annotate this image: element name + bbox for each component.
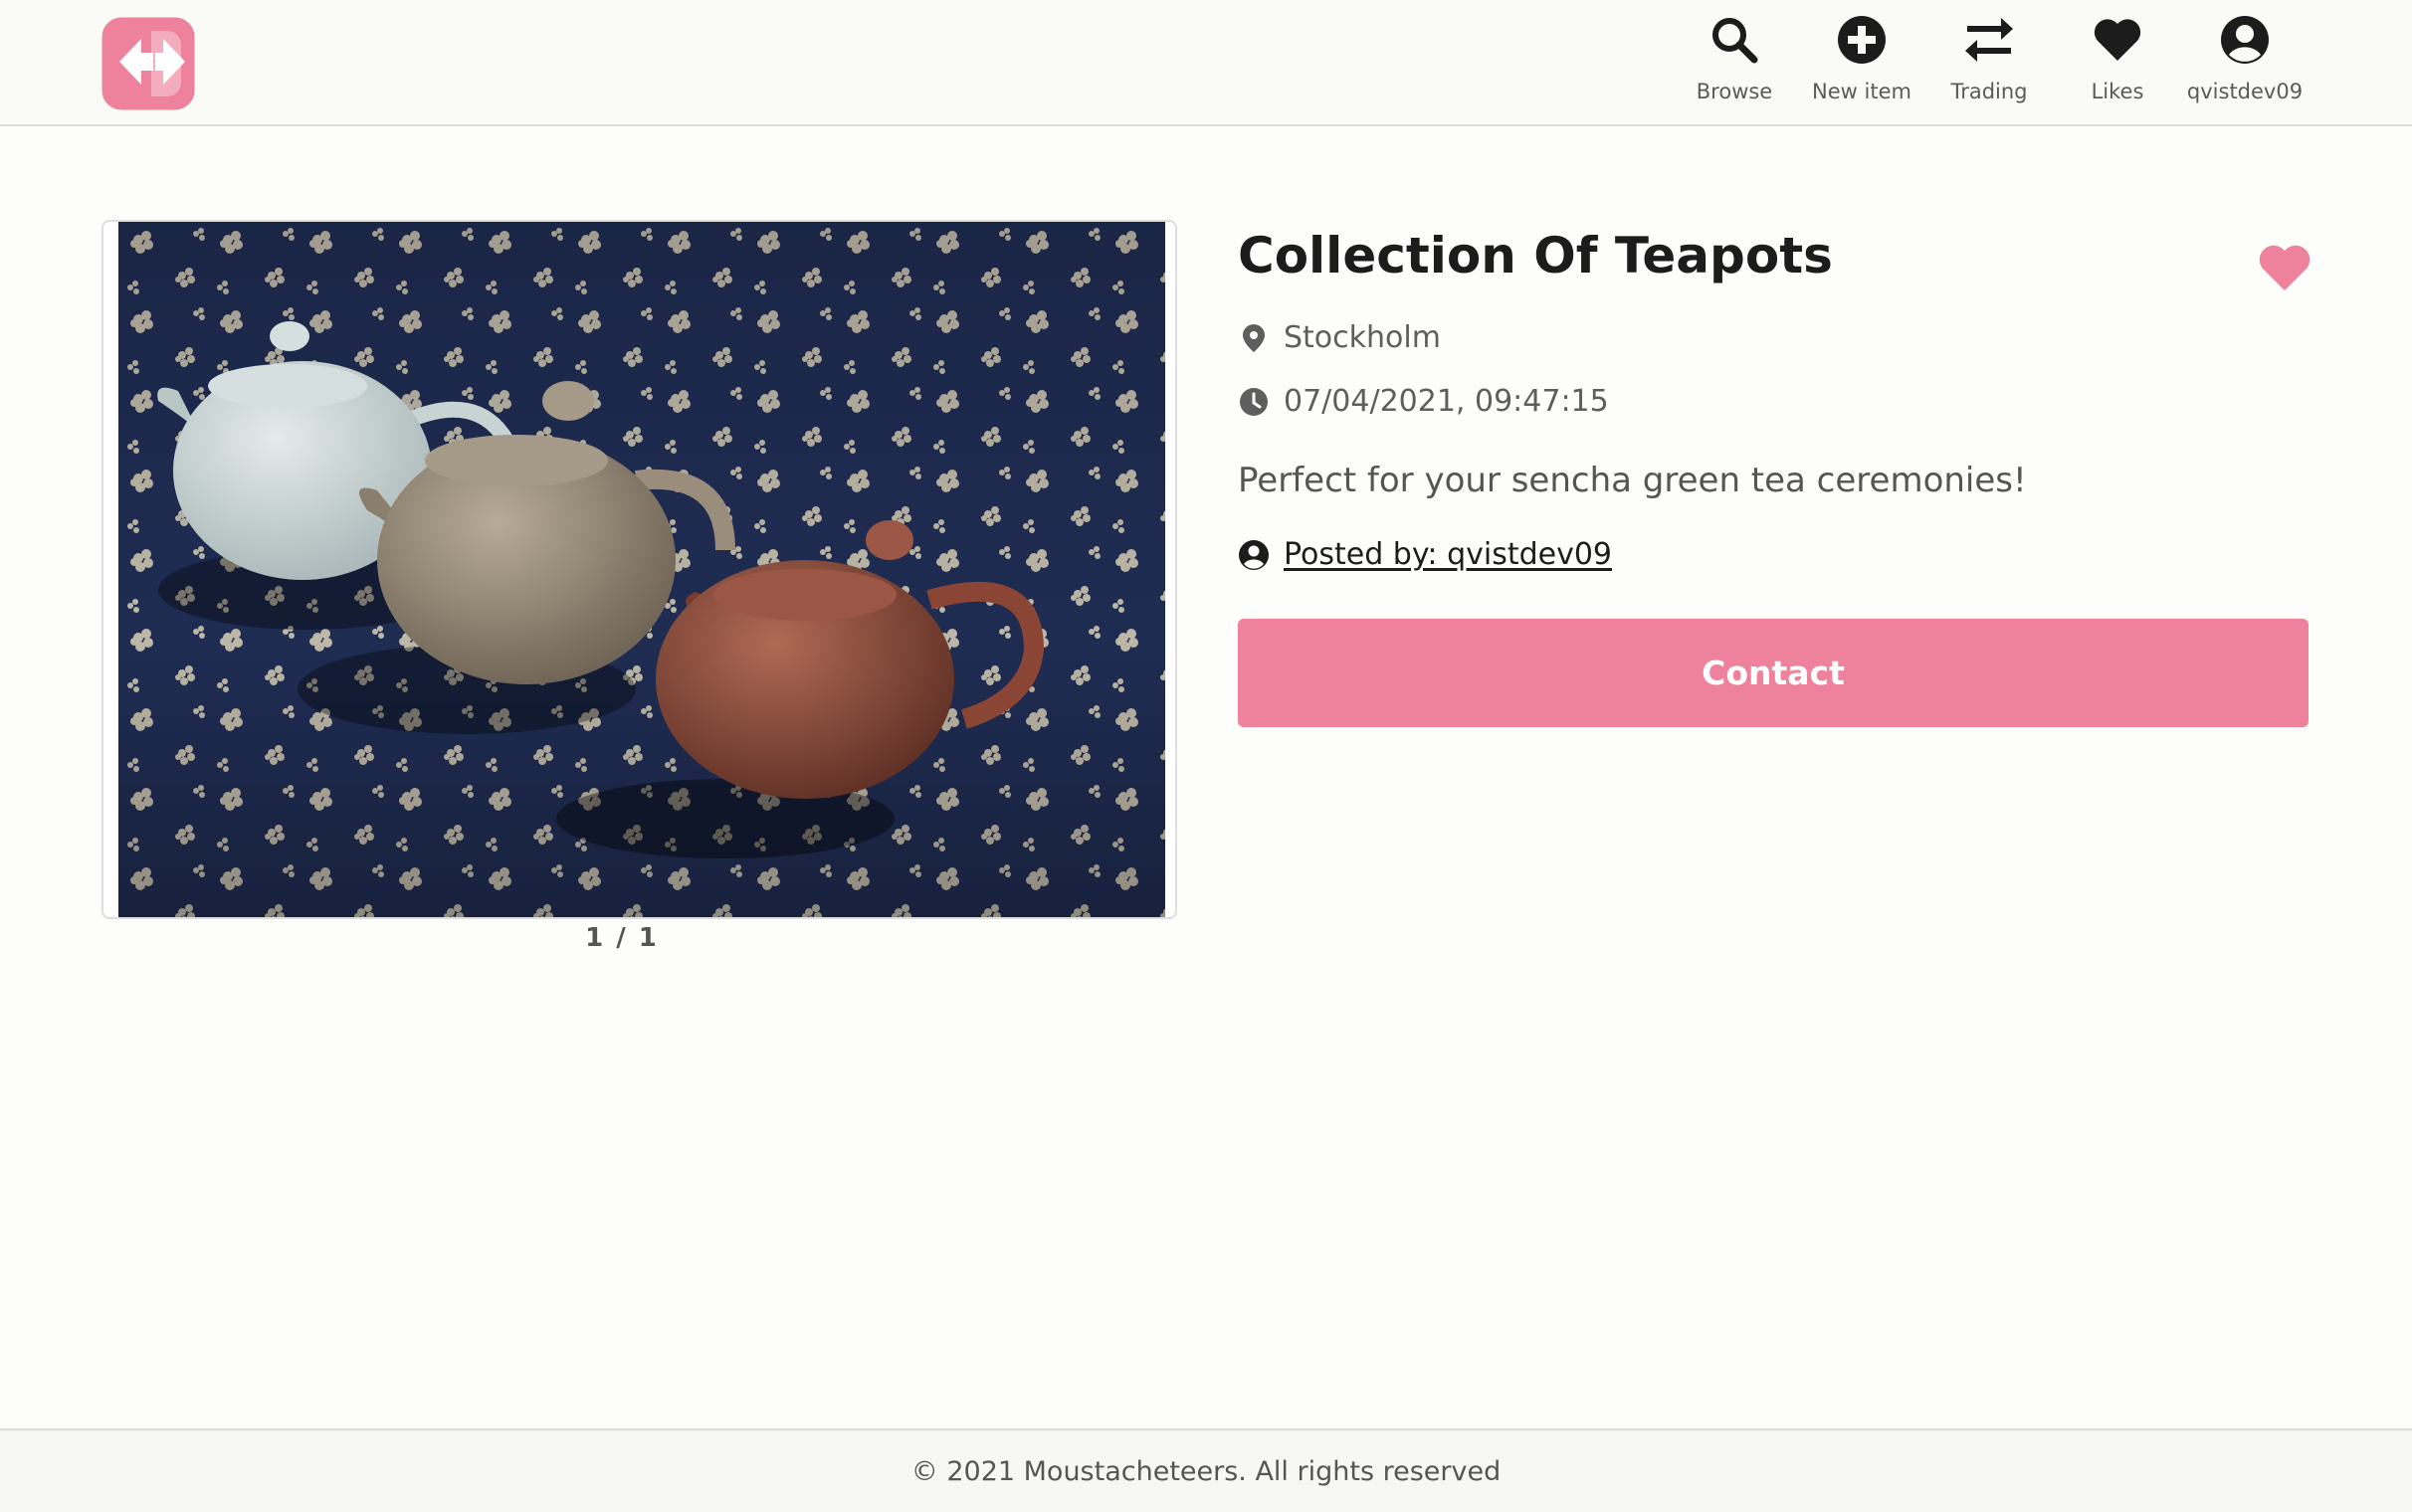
search-icon [1712, 18, 1758, 64]
item-description: Perfect for your sencha green tea ceremo… [1238, 461, 2027, 500]
user-circle-icon [1239, 539, 1269, 570]
map-pin-icon [1243, 323, 1265, 352]
nav-new-item-label: New item [1812, 80, 1911, 103]
app-logo[interactable] [101, 17, 195, 110]
nav-profile-label: qvistdev09 [2186, 80, 2304, 103]
nav-profile[interactable]: qvistdev09 [2175, 14, 2314, 109]
nav-trading-label: Trading [1950, 80, 2028, 103]
item-title: Collection Of Teapots [1238, 227, 1833, 284]
nav-new-item[interactable]: New item [1792, 14, 1931, 109]
footer-copyright: © 2021 Moustacheteers. All rights reserv… [910, 1455, 1502, 1487]
item-location-row: Stockholm [1238, 320, 1441, 355]
page: Browse New item Trading Likes qvistdev09… [0, 0, 2412, 1512]
nav-browse-label: Browse [1696, 80, 1773, 103]
nav-trading[interactable]: Trading [1919, 14, 2059, 109]
posted-by-link[interactable]: Posted by: qvistdev09 [1284, 537, 1612, 572]
nav-browse[interactable]: Browse [1665, 14, 1804, 109]
user-circle-icon [2221, 16, 2269, 64]
image-carousel[interactable] [101, 220, 1177, 919]
item-photo[interactable] [118, 222, 1165, 919]
plus-circle-icon [1838, 16, 1886, 64]
item-timestamp-row: 07/04/2021, 09:47:15 [1238, 384, 1609, 419]
item-poster-row: Posted by: qvistdev09 [1238, 537, 1612, 572]
swap-arrows-icon [1965, 18, 2013, 62]
contact-button[interactable]: Contact [1238, 619, 2309, 727]
item-timestamp: 07/04/2021, 09:47:15 [1284, 384, 1609, 419]
image-counter: 1 / 1 [585, 923, 659, 953]
nav-likes[interactable]: Likes [2048, 14, 2187, 109]
page-footer: © 2021 Moustacheteers. All rights reserv… [0, 1428, 2412, 1512]
nav-likes-label: Likes [2091, 80, 2144, 103]
heart-icon [2094, 19, 2141, 61]
clock-icon [1240, 387, 1268, 416]
top-header: Browse New item Trading Likes qvistdev09 [0, 0, 2412, 126]
item-location: Stockholm [1284, 320, 1441, 355]
like-heart-icon[interactable] [2257, 243, 2312, 292]
